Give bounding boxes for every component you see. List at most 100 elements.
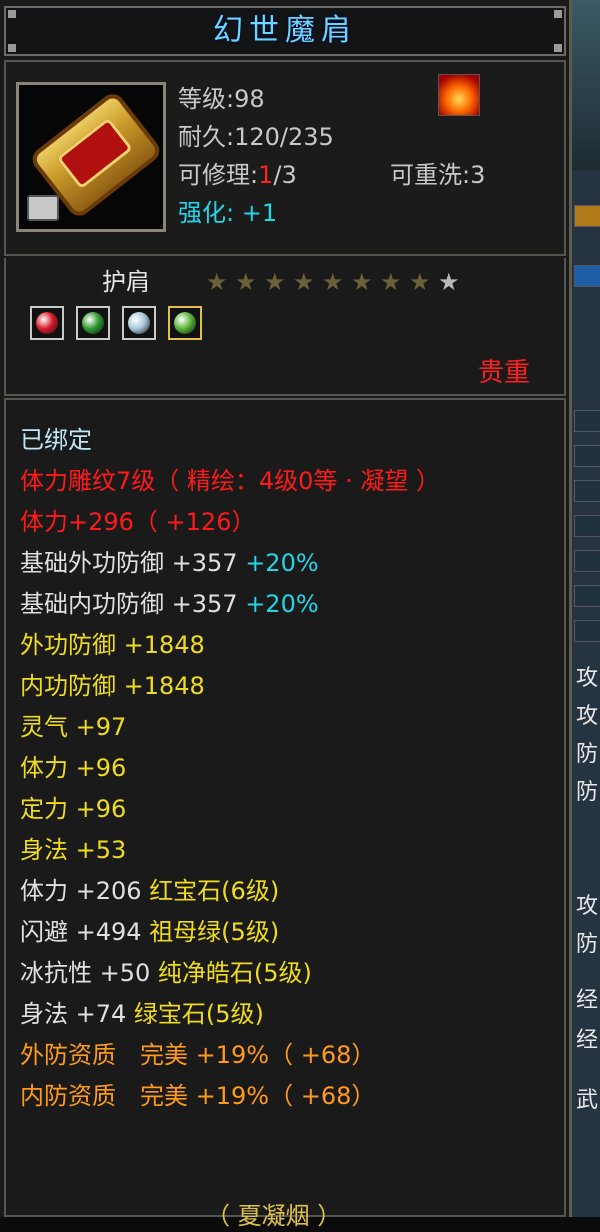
attribute-line: 体力+296（ +126） [20, 506, 255, 538]
fire-attribute-icon [438, 74, 480, 116]
repair-label: 可修理 [178, 161, 250, 189]
attribute-line: 外功防御 +1848 [20, 629, 205, 661]
attribute-bonus: 纯净皓石(5级) [157, 959, 312, 987]
item-icon-frame [16, 82, 166, 232]
rewash-label: 可重洗 [390, 161, 462, 189]
attribute-text: 闪避 +494 [20, 918, 150, 946]
star-filled-icon: ★ [351, 268, 373, 296]
star-filled-icon: ★ [380, 268, 402, 296]
level-label: 等级 [178, 85, 226, 113]
attribute-text: 内功防御 +1848 [20, 672, 205, 700]
durability-label: 耐久 [178, 123, 226, 151]
attribute-line: 已绑定 [20, 424, 92, 456]
repair-used: 1 [258, 161, 274, 189]
attribute-text: 体力 +96 [20, 754, 127, 782]
attributes-section: 已绑定体力雕纹7级（ 精绘：4级0等 · 凝望 ） 体力+296（ +126） 基础… [4, 398, 566, 1230]
enhance-label: 强化: [178, 199, 235, 227]
side-glyph: 攻 [576, 894, 599, 919]
gem-slot[interactable] [76, 306, 110, 340]
attribute-line: 冰抗性 +50 纯净皓石(5级) [20, 957, 312, 989]
attribute-line: 闪避 +494 祖母绿(5级) [20, 916, 279, 948]
gem-slot[interactable] [168, 306, 202, 340]
attribute-line: 体力雕纹7级（ 精绘：4级0等 · 凝望 ） [20, 465, 440, 497]
attribute-text: 已绑定 [20, 426, 92, 454]
attribute-line: 灵气 +97 [20, 711, 126, 743]
background-artwork [572, 0, 600, 170]
attribute-bonus: 红宝石(6级) [149, 877, 280, 905]
repair-total: /3 [273, 161, 297, 189]
side-slot [574, 550, 600, 572]
side-tab[interactable] [574, 205, 600, 227]
attribute-text: 外防资质 完美 +19%（ +68） [20, 1041, 376, 1069]
side-slot [574, 620, 600, 642]
attribute-line: 外防资质 完美 +19%（ +68） [20, 1039, 375, 1071]
green-gem-icon [174, 312, 196, 334]
side-glyph: 防 [576, 780, 599, 805]
side-glyph: 防 [576, 742, 599, 767]
attribute-line: 定力 +96 [20, 793, 126, 825]
attribute-line: 身法 +74 绿宝石(5级) [20, 998, 264, 1030]
item-type: 护肩 [102, 268, 150, 296]
attribute-text: 体力+296（ +126） [20, 508, 256, 536]
bound-lock-icon [27, 195, 59, 221]
side-tab[interactable] [574, 265, 600, 287]
star-empty-icon: ★ [438, 268, 460, 296]
corner-ornament [554, 44, 562, 52]
attribute-bonus: 绿宝石(5级) [133, 1000, 264, 1028]
item-title: 幻世魔肩 [213, 13, 357, 48]
footer-text: （ 夏凝烟 ） [206, 1202, 342, 1230]
side-slot [574, 410, 600, 432]
star-filled-icon: ★ [322, 268, 344, 296]
enhance-value: +1 [241, 199, 278, 227]
attribute-text: 身法 +74 [20, 1000, 134, 1028]
gem-slot[interactable] [30, 306, 64, 340]
repair-row: 可修理:1/3 [178, 161, 297, 189]
attribute-text: 内防资质 完美 +19%（ +68） [20, 1082, 376, 1110]
attribute-text: 灵气 +97 [20, 713, 127, 741]
durability-value: 120/235 [234, 123, 334, 151]
background-side-panel: 攻攻防防攻防经经武 [572, 0, 600, 1217]
star-filled-icon: ★ [409, 268, 431, 296]
attribute-line: 内防资质 完美 +19%（ +68） [20, 1080, 375, 1112]
side-glyph: 经 [576, 1028, 599, 1053]
enhance-row: 强化: +1 [178, 198, 277, 228]
item-type-section: 护肩 ★ ★ ★ ★ ★ ★ ★ ★ ★ 贵重 [4, 258, 566, 396]
attribute-line: 体力 +206 红宝石(6级) [20, 875, 279, 907]
item-summary-section: 等级:98 耐久:120/235 可修理:1/3 可重洗:3 强化: +1 [4, 60, 566, 256]
level-value: 98 [234, 85, 265, 113]
gem-slot[interactable] [122, 306, 156, 340]
side-slot [574, 585, 600, 607]
item-tooltip: 幻世魔肩 等级:98 耐久:120/235 可修理:1/3 可重洗:3 强化: … [0, 0, 572, 1230]
star-filled-icon: ★ [264, 268, 286, 296]
attribute-text: 身法 +53 [20, 836, 127, 864]
attribute-text: 基础内功防御 +357 [20, 590, 246, 618]
attribute-line: 体力 +96 [20, 752, 126, 784]
rewash-row: 可重洗:3 [390, 161, 486, 189]
attribute-text: 外功防御 +1848 [20, 631, 205, 659]
corner-ornament [8, 10, 16, 18]
side-glyph: 攻 [576, 666, 599, 691]
attribute-bonus: +20% [245, 590, 319, 618]
attribute-line: 内功防御 +1848 [20, 670, 205, 702]
side-slot [574, 515, 600, 537]
pure-diamond-gem-icon [128, 312, 150, 334]
attribute-text: 体力雕纹7级（ 精绘：4级0等 · 凝望 ） [20, 467, 440, 495]
corner-ornament [554, 10, 562, 18]
quality-label: 贵重 [477, 358, 530, 388]
star-filled-icon: ★ [293, 268, 315, 296]
attribute-text: 体力 +206 [20, 877, 150, 905]
rewash-value: 3 [470, 161, 486, 189]
attribute-line: 基础内功防御 +357 +20% [20, 588, 319, 620]
side-glyph: 经 [576, 988, 599, 1013]
attribute-text: 基础外功防御 +357 [20, 549, 246, 577]
side-slot [574, 445, 600, 467]
durability-row: 耐久:120/235 [178, 123, 334, 151]
star-filled-icon: ★ [235, 268, 257, 296]
side-glyph: 攻 [576, 704, 599, 729]
item-title-bar: 幻世魔肩 [4, 6, 566, 56]
attribute-bonus: 祖母绿(5级) [149, 918, 280, 946]
level-row: 等级:98 [178, 85, 265, 113]
attribute-text: 定力 +96 [20, 795, 127, 823]
emerald-gem-icon [82, 312, 104, 334]
attribute-line: 基础外功防御 +357 +20% [20, 547, 319, 579]
